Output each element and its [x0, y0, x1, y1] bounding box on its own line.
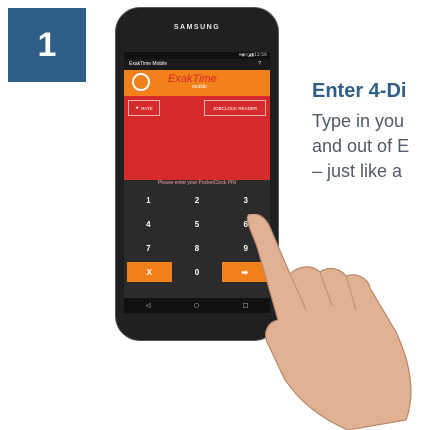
- app-header-area: ExakTime mobile ★ RATE JOBCLOCK READER: [124, 70, 270, 180]
- pointing-hand-icon: [246, 214, 412, 430]
- app-title: ExakTime Mobile: [129, 61, 168, 67]
- instruction-title: Enter 4-Di: [312, 80, 407, 102]
- key-7[interactable]: 7: [124, 236, 173, 260]
- rate-button[interactable]: ★ RATE: [128, 100, 160, 116]
- logo-subtitle: mobile: [192, 84, 207, 90]
- instruction-line: – just like a: [312, 161, 403, 181]
- key-0[interactable]: 0: [175, 260, 220, 284]
- clear-key[interactable]: X: [127, 262, 172, 282]
- step-number-badge: 1: [8, 8, 86, 82]
- home-icon[interactable]: ○: [194, 302, 199, 309]
- clock-logo-icon: [132, 73, 150, 91]
- key-2[interactable]: 2: [173, 188, 222, 212]
- instruction-line: Type in you: [312, 111, 405, 131]
- instruction-text-block: Enter 4-Di Type in you and out of E – ju…: [312, 80, 428, 184]
- star-icon: ★: [135, 105, 140, 110]
- back-icon[interactable]: ◁: [146, 302, 151, 309]
- help-icon[interactable]: ?: [258, 59, 261, 70]
- jobclock-reader-button[interactable]: JOBCLOCK READER: [204, 100, 266, 116]
- rate-button-label: RATE: [141, 105, 153, 111]
- logo-band: ExakTime mobile: [124, 70, 270, 96]
- key-4[interactable]: 4: [124, 212, 173, 236]
- key-1[interactable]: 1: [124, 188, 173, 212]
- hand-shape: [246, 214, 412, 430]
- key-5[interactable]: 5: [173, 212, 222, 236]
- instruction-line: and out of E: [312, 136, 410, 156]
- key-3[interactable]: 3: [221, 188, 270, 212]
- status-bar: ▾◉▿◪▮12:56: [124, 52, 270, 59]
- app-bar: ExakTime Mobile ?: [124, 59, 270, 70]
- pin-prompt: Please enter your PocketClock PIN: [157, 180, 237, 186]
- phone-brand-label: SAMSUNG: [173, 24, 221, 31]
- key-8[interactable]: 8: [173, 236, 222, 260]
